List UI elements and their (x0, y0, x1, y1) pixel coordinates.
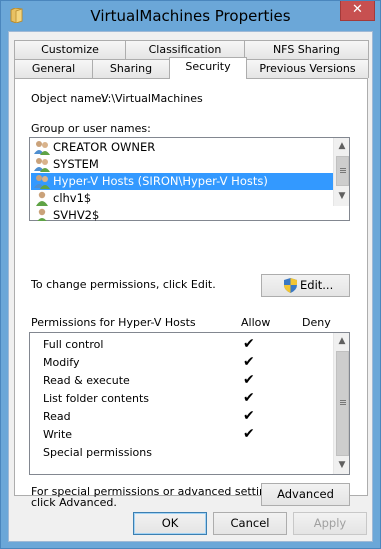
allow-check-icon: ✔ (243, 390, 255, 406)
change-permissions-text: To change permissions, click Edit. (31, 278, 216, 291)
permission-name: Special permissions (43, 446, 152, 459)
permission-row: Full control ✔ (31, 336, 333, 353)
apply-button[interactable]: Apply (293, 512, 367, 535)
list-item[interactable]: SYSTEM (31, 156, 333, 173)
list-item-label: clhv1$ (53, 191, 92, 205)
tab-label: Customize (41, 43, 99, 56)
allow-check-icon: ✔ (243, 408, 255, 424)
user-list[interactable]: CREATOR OWNER SYSTEM Hyper-V Hosts (SIRO… (29, 137, 350, 221)
tab-security[interactable]: Security (169, 57, 247, 79)
permissions-header: Permissions for Hyper-V Hosts (31, 316, 196, 329)
group-icon (34, 175, 50, 189)
user-list-vertical-scrollbar[interactable]: ▲ ▼ (333, 138, 349, 206)
permission-name: List folder contents (43, 392, 149, 405)
permission-row: Read & execute ✔ (31, 372, 333, 389)
tab-label: Previous Versions (259, 62, 356, 75)
permission-name: Read (43, 410, 71, 423)
list-item[interactable]: CREATOR OWNER (31, 139, 333, 156)
permission-name: Write (43, 428, 73, 441)
list-item-label: SVHV2$ (53, 208, 100, 221)
scroll-down-icon[interactable]: ▼ (334, 457, 350, 474)
title-bar[interactable]: VirtualMachines Properties ✕ (1, 1, 380, 31)
permission-row: Special permissions (31, 444, 333, 461)
tab-previous-versions[interactable]: Previous Versions (246, 59, 369, 78)
properties-window: VirtualMachines Properties ✕ Customize C… (0, 0, 381, 549)
close-button[interactable]: ✕ (340, 1, 375, 21)
list-item-label: Hyper-V Hosts (SIRON\Hyper-V Hosts) (53, 174, 268, 188)
allow-check-icon: ✔ (243, 372, 255, 388)
scroll-up-icon[interactable]: ▲ (334, 333, 350, 350)
permission-row: Write ✔ (31, 426, 333, 443)
group-icon (34, 141, 50, 155)
allow-check-icon: ✔ (243, 336, 255, 352)
advanced-button[interactable]: Advanced (261, 483, 350, 506)
deny-column-header: Deny (302, 316, 331, 329)
tab-label: Sharing (109, 62, 153, 75)
tab-label: General (31, 62, 76, 75)
permission-name: Modify (43, 356, 80, 369)
list-item[interactable]: SVHV2$ (31, 207, 333, 221)
cancel-button[interactable]: Cancel (213, 512, 287, 535)
uac-shield-icon (284, 278, 297, 293)
scroll-up-icon[interactable]: ▲ (334, 138, 350, 155)
group-icon (34, 158, 50, 172)
close-icon: ✕ (352, 2, 363, 17)
list-item[interactable]: clhv1$ (31, 190, 333, 207)
advanced-settings-text-line2: click Advanced. (31, 496, 117, 509)
permission-name: Read & execute (43, 374, 130, 387)
dialog-client-area: Customize Classification NFS Sharing Gen… (8, 31, 373, 542)
permission-row: List folder contents ✔ (31, 390, 333, 407)
permission-name: Full control (43, 338, 104, 351)
tab-sharing[interactable]: Sharing (92, 59, 170, 78)
window-title: VirtualMachines Properties (90, 7, 291, 25)
allow-column-header: Allow (241, 316, 271, 329)
allow-check-icon: ✔ (243, 426, 255, 442)
user-icon (37, 208, 47, 221)
permission-row: Modify ✔ (31, 354, 333, 371)
permissions-list[interactable]: Full control ✔ Modify ✔ Read & execute ✔… (29, 332, 350, 475)
tab-label: Security (185, 60, 231, 73)
tab-general[interactable]: General (14, 59, 93, 78)
security-tab-page: Object name: V:\VirtualMachines Group or… (14, 78, 368, 506)
list-item-label: CREATOR OWNER (53, 140, 156, 154)
tab-customize[interactable]: Customize (14, 40, 126, 59)
group-names-label: Group or user names: (31, 122, 151, 135)
permissions-list-vertical-scrollbar[interactable]: ▲ ▼ (333, 333, 349, 474)
scroll-thumb[interactable] (336, 156, 349, 186)
user-icon (36, 191, 48, 206)
list-item-label: SYSTEM (53, 157, 99, 171)
object-name-value: V:\VirtualMachines (101, 92, 203, 105)
tab-label: Classification (148, 43, 222, 56)
edit-button-label: Edit... (300, 278, 334, 292)
list-item-selected[interactable]: Hyper-V Hosts (SIRON\Hyper-V Hosts) (31, 173, 333, 190)
edit-button[interactable]: Edit... (261, 274, 350, 297)
scroll-thumb[interactable] (336, 351, 349, 456)
tab-label: NFS Sharing (272, 43, 341, 56)
permission-row: Read ✔ (31, 408, 333, 425)
ok-button[interactable]: OK (133, 512, 207, 535)
tab-nfs-sharing[interactable]: NFS Sharing (244, 40, 369, 59)
object-name-label: Object name: (31, 92, 106, 105)
scroll-down-icon[interactable]: ▼ (334, 188, 350, 205)
allow-check-icon: ✔ (243, 354, 255, 370)
